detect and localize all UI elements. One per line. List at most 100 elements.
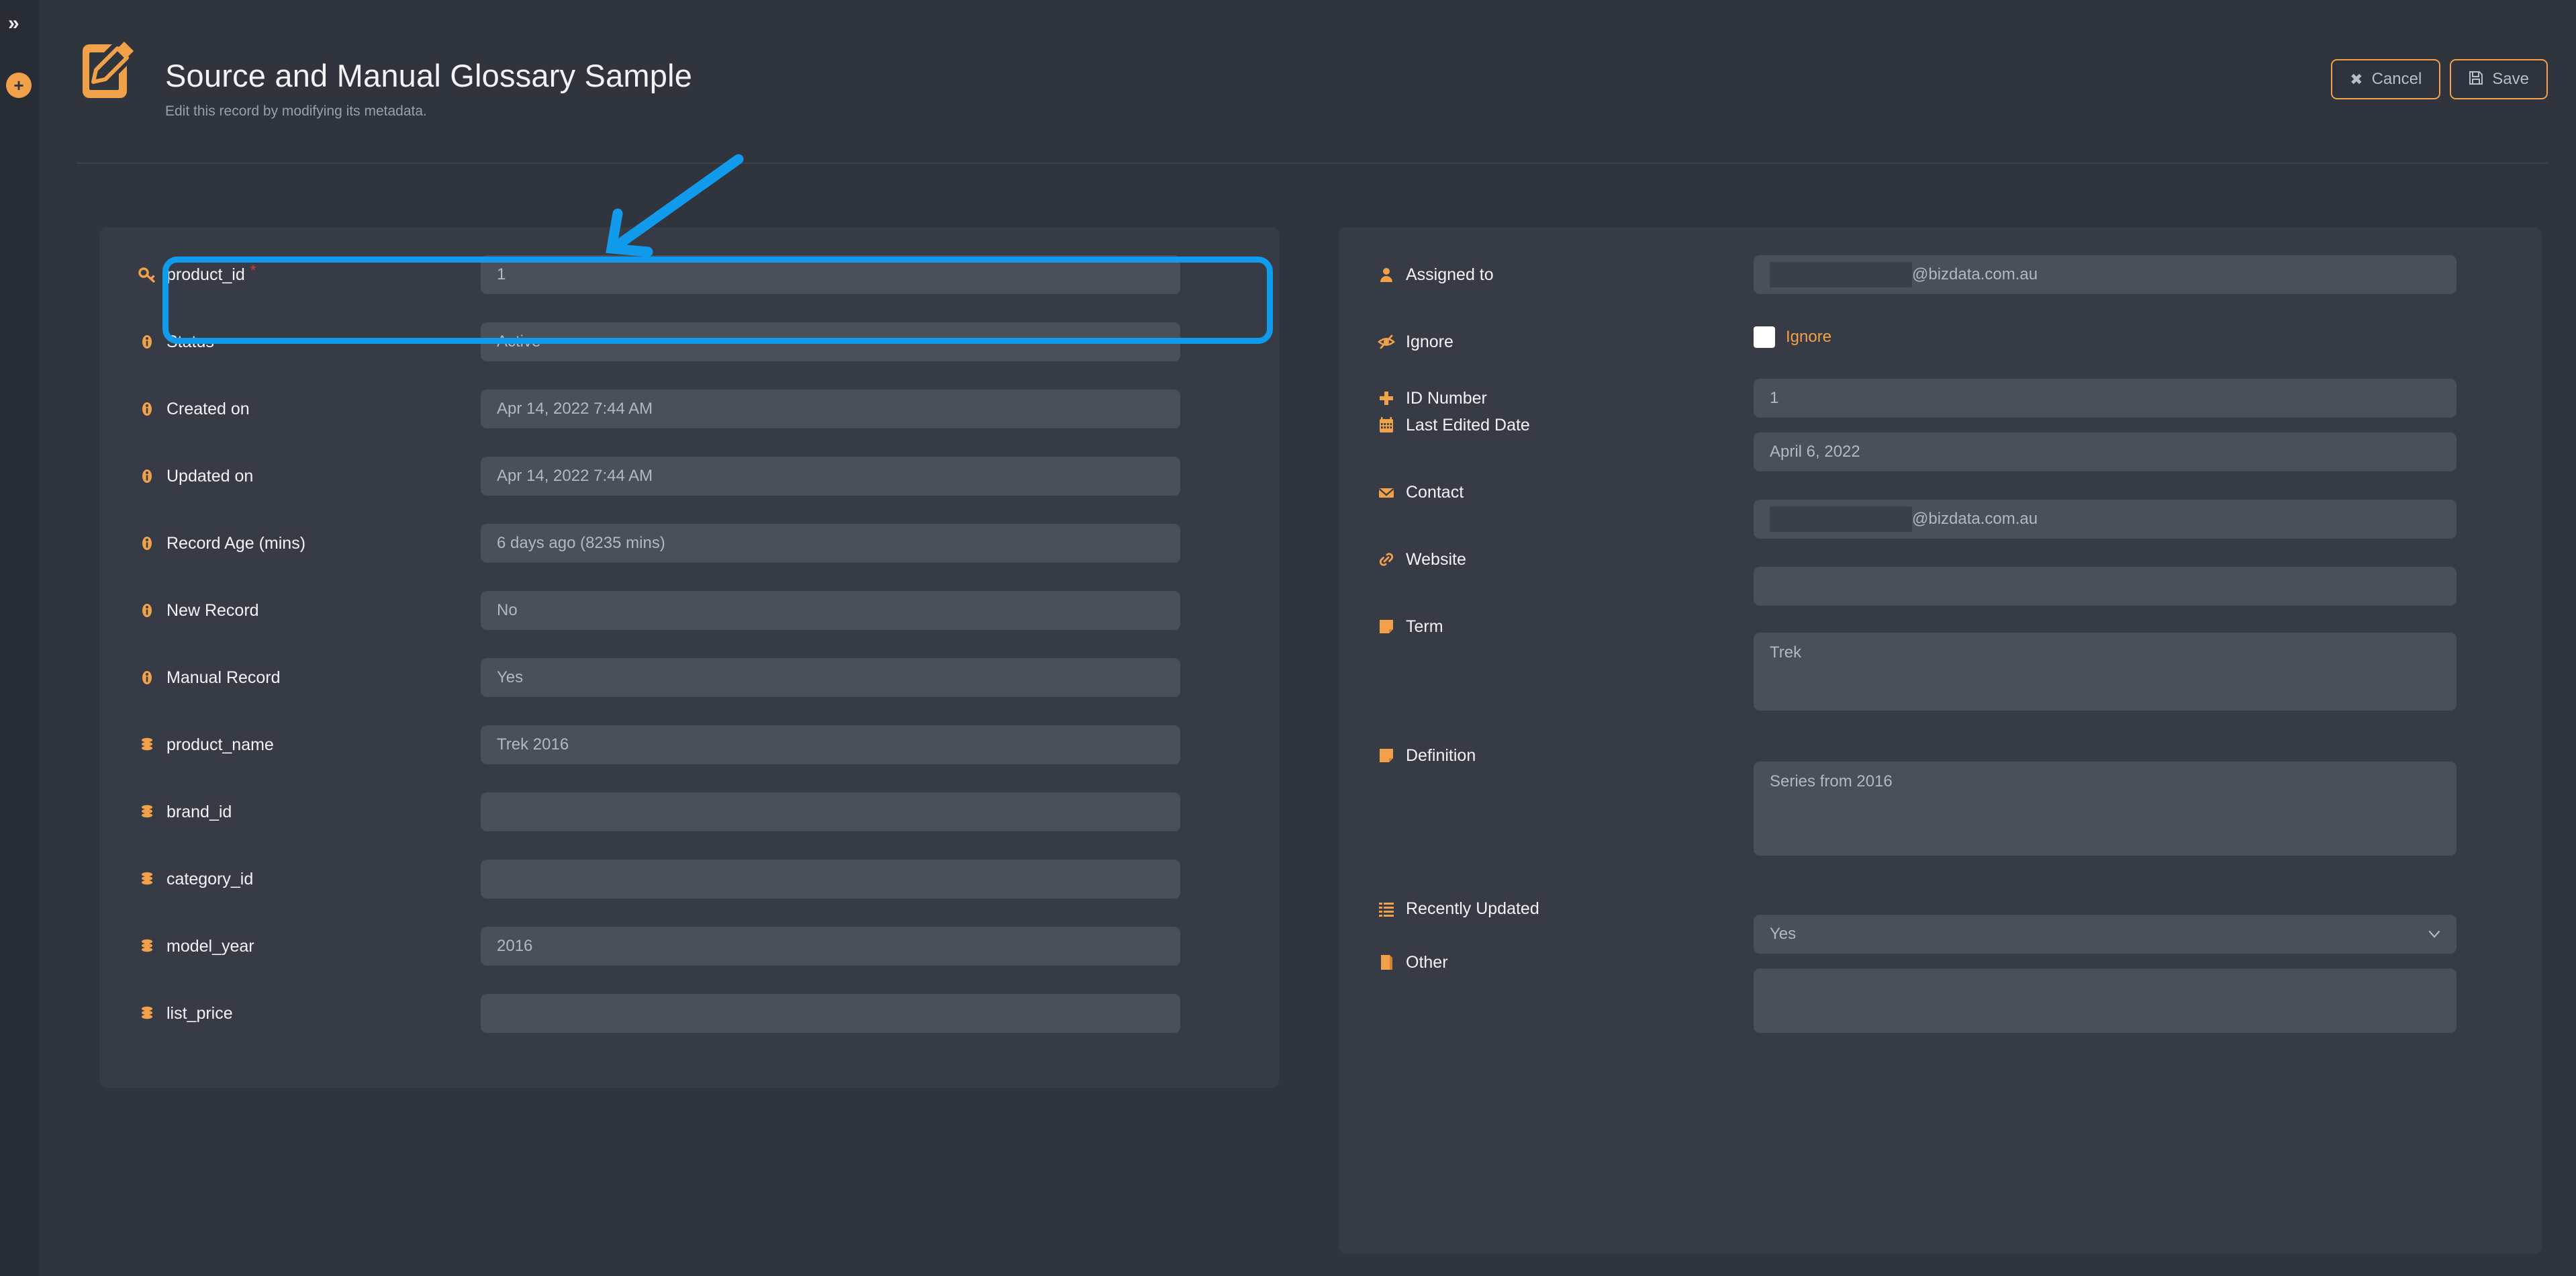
field-model-year-value: 2016 xyxy=(497,937,533,955)
recently-updated-label-text: Recently Updated xyxy=(1406,899,1539,918)
assigned-to-label-text: Assigned to xyxy=(1406,265,1494,284)
assigned-to-input[interactable]: @bizdata.com.au xyxy=(1754,255,2456,294)
website-label-text: Website xyxy=(1406,549,1466,569)
field-manual-record-label-text: Manual Record xyxy=(166,668,281,687)
field-created-on-input[interactable]: Apr 14, 2022 7:44 AM xyxy=(481,390,1180,428)
field-updated-on-label-text: Updated on xyxy=(166,466,254,486)
field-category-id-input[interactable] xyxy=(481,860,1180,899)
required-asterisk: * xyxy=(250,262,256,279)
title-block: Source and Manual Glossary Sample Edit t… xyxy=(165,57,692,120)
field-category-id-row: category_id xyxy=(99,846,1279,912)
save-button[interactable]: Save xyxy=(2450,59,2548,99)
field-status-label-text: Status xyxy=(166,332,214,351)
field-brand-id-row: brand_id xyxy=(99,779,1279,845)
field-model-year-label: model_year xyxy=(138,913,254,979)
field-record-age-mins-value: 6 days ago (8235 mins) xyxy=(497,534,665,552)
ignore-label-text: Ignore xyxy=(1406,332,1453,351)
double-chevron-right-icon[interactable]: » xyxy=(8,13,19,34)
term-textarea[interactable]: Trek xyxy=(1754,633,2456,711)
contact-label-text: Contact xyxy=(1406,482,1464,502)
last-edited-date-value: April 6, 2022 xyxy=(1770,443,1860,461)
term-row: Term Trek xyxy=(1339,594,2542,715)
field-list-price-input[interactable] xyxy=(481,994,1180,1033)
ignore-checkbox-wrap[interactable]: Ignore xyxy=(1754,326,1831,348)
edit-document-icon xyxy=(83,42,134,98)
glossary-fields-panel: Assigned to @bizdata.com.au Ignore Ignore ID… xyxy=(1339,227,2542,1254)
field-created-on-value: Apr 14, 2022 7:44 AM xyxy=(497,400,653,418)
info-icon xyxy=(142,402,152,416)
header-divider xyxy=(77,163,2548,164)
field-created-on-label-text: Created on xyxy=(166,399,250,418)
field-brand-id-input[interactable] xyxy=(481,792,1180,831)
definition-label-text: Definition xyxy=(1406,745,1476,765)
ignore-checkbox[interactable] xyxy=(1754,326,1775,348)
field-status-input[interactable]: Active xyxy=(481,322,1180,361)
field-category-id-label-text: category_id xyxy=(166,869,254,888)
field-manual-record-value: Yes xyxy=(497,668,524,686)
field-model-year-row: model_year 2016 xyxy=(99,913,1279,979)
field-model-year-label-text: model_year xyxy=(166,936,254,956)
info-icon xyxy=(142,537,152,550)
field-manual-record-input[interactable]: Yes xyxy=(481,658,1180,697)
field-manual-record-row: Manual Record Yes xyxy=(99,645,1279,711)
field-status-value: Active xyxy=(497,332,541,351)
user-icon xyxy=(1380,268,1392,282)
cancel-button[interactable]: ✖ Cancel xyxy=(2331,59,2441,99)
database-icon xyxy=(142,805,152,818)
last-edited-date-label: Last Edited Date xyxy=(1378,392,1530,458)
field-product-name-label-text: product_name xyxy=(166,735,274,754)
field-model-year-input[interactable]: 2016 xyxy=(481,927,1180,966)
page-title: Source and Manual Glossary Sample xyxy=(165,58,693,93)
field-new-record-value: No xyxy=(497,601,518,619)
term-value: Trek xyxy=(1770,643,1802,662)
field-record-age-mins-label: Record Age (mins) xyxy=(138,510,305,576)
field-brand-id-label: brand_id xyxy=(138,779,232,845)
field-new-record-label: New Record xyxy=(138,578,259,643)
definition-textarea[interactable]: Series from 2016 xyxy=(1754,762,2456,856)
cancel-button-label: Cancel xyxy=(2371,70,2422,88)
other-row: Other xyxy=(1339,929,2542,1037)
website-row: Website xyxy=(1339,527,2542,606)
field-list-price-label-text: list_price xyxy=(166,1003,233,1023)
page-subtitle: Edit this record by modifying its metada… xyxy=(165,103,427,119)
field-product-id-input[interactable]: 1 xyxy=(481,255,1180,294)
redacted-value xyxy=(1770,262,1912,287)
note-blank-icon xyxy=(1381,955,1392,970)
database-icon xyxy=(142,1006,152,1019)
field-product-name-input[interactable]: Trek 2016 xyxy=(481,725,1180,764)
envelope-icon xyxy=(1378,488,1394,498)
contact-label: Contact xyxy=(1378,459,1464,525)
last-edited-date-label-text: Last Edited Date xyxy=(1406,415,1530,435)
note-icon xyxy=(1380,620,1393,633)
eye-slash-icon xyxy=(1378,334,1395,349)
field-product-name-label: product_name xyxy=(138,712,274,778)
field-record-age-mins-input[interactable]: 6 days ago (8235 mins) xyxy=(481,524,1180,563)
add-button[interactable]: + xyxy=(6,73,32,98)
key-icon xyxy=(138,267,155,283)
field-product-id-value: 1 xyxy=(497,265,506,283)
field-updated-on-row: Updated on Apr 14, 2022 7:44 AM xyxy=(99,443,1279,509)
field-status-row: Status Active xyxy=(99,309,1279,375)
field-new-record-row: New Record No xyxy=(99,578,1279,643)
field-created-on-row: Created on Apr 14, 2022 7:44 AM xyxy=(99,376,1279,442)
definition-label: Definition xyxy=(1378,723,1476,788)
field-updated-on-input[interactable]: Apr 14, 2022 7:44 AM xyxy=(481,457,1180,496)
ignore-checkbox-label: Ignore xyxy=(1786,328,1832,346)
info-icon xyxy=(142,335,152,349)
assigned-to-row: Assigned to @bizdata.com.au xyxy=(1339,242,2542,308)
info-icon xyxy=(142,671,152,684)
page-container: Source and Manual Glossary Sample Edit t… xyxy=(39,0,2576,1276)
field-product-id-label: product_id * xyxy=(138,242,256,308)
list-icon xyxy=(1379,903,1394,917)
field-record-age-mins-label-text: Record Age (mins) xyxy=(166,533,306,553)
field-product-name-row: product_name Trek 2016 xyxy=(99,712,1279,778)
definition-row: Definition Series from 2016 xyxy=(1339,723,2542,864)
link-icon xyxy=(1379,553,1394,566)
field-brand-id-label-text: brand_id xyxy=(166,802,232,821)
field-product-id-row: product_id * 1 xyxy=(99,242,1279,308)
field-list-price-row: list_price xyxy=(99,981,1279,1046)
field-new-record-input[interactable]: No xyxy=(481,591,1180,630)
info-icon xyxy=(142,604,152,617)
other-textarea[interactable] xyxy=(1754,968,2456,1033)
header-actions: ✖ Cancel Save xyxy=(2331,59,2548,99)
